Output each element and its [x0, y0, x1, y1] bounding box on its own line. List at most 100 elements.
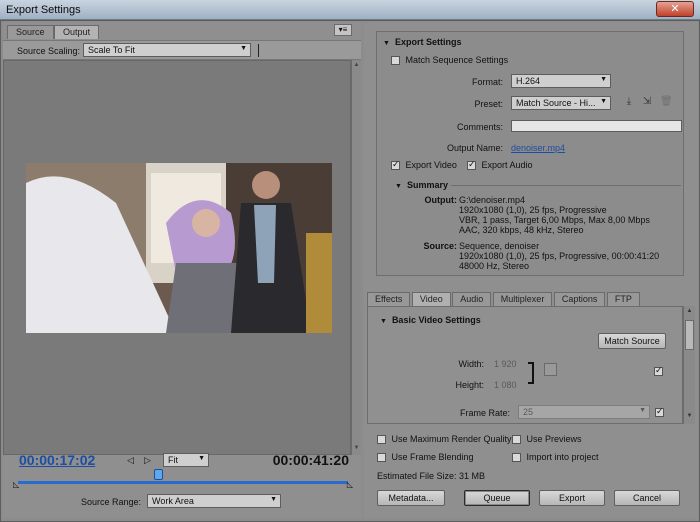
- cancel-button[interactable]: Cancel: [614, 490, 680, 506]
- chevron-down-icon: ▼: [600, 76, 607, 83]
- preview-scrollbar[interactable]: ▲ ▼: [351, 60, 361, 455]
- import-into-project-row[interactable]: Import into project: [512, 452, 599, 463]
- frame-rate-checkbox[interactable]: [655, 406, 664, 417]
- frame-rate-dropdown[interactable]: 25 ▼: [518, 405, 650, 419]
- out-point-handle-icon[interactable]: ◺: [347, 480, 353, 489]
- export-settings-box: ▼ Export Settings Match Sequence Settings…: [376, 31, 684, 276]
- max-render-quality-row[interactable]: Use Maximum Render Quality: [377, 434, 512, 445]
- match-source-button[interactable]: Match Source: [598, 333, 666, 349]
- max-render-quality-label: Use Maximum Render Quality: [391, 434, 512, 444]
- disclosure-triangle-icon[interactable]: ▼: [395, 183, 402, 190]
- height-value[interactable]: 1 080: [494, 380, 517, 390]
- link-bracket-icon: [528, 362, 534, 384]
- source-scaling-value: Scale To Fit: [88, 45, 135, 55]
- tab-captions[interactable]: Captions: [553, 292, 606, 306]
- use-previews-checkbox[interactable]: [512, 435, 521, 445]
- summary-header[interactable]: ▼ Summary: [395, 180, 448, 190]
- estimated-file-size: Estimated File Size: 31 MB: [377, 471, 486, 481]
- export-button[interactable]: Export: [539, 490, 605, 506]
- summary-source-line: Sequence, denoiser: [459, 241, 540, 251]
- playhead-icon[interactable]: [154, 469, 163, 480]
- export-audio-label: Export Audio: [481, 160, 533, 170]
- summary-source-line: 1920x1080 (1,0), 25 fps, Progressive, 00…: [459, 251, 660, 261]
- save-preset-icon[interactable]: ⤓: [623, 96, 635, 108]
- tab-video[interactable]: Video: [411, 292, 451, 306]
- scroll-up-icon[interactable]: ▲: [685, 308, 694, 317]
- import-into-project-checkbox[interactable]: [512, 453, 521, 463]
- queue-button[interactable]: Queue: [464, 490, 530, 506]
- summary-output-line: VBR, 1 pass, Target 6,00 Mbps, Max 8,00 …: [459, 215, 650, 225]
- format-label: Format:: [471, 77, 503, 87]
- max-render-quality-checkbox[interactable]: [377, 435, 386, 445]
- source-scaling-dropdown[interactable]: Scale To Fit ▼: [83, 43, 251, 57]
- preset-dropdown[interactable]: Match Source - Hi... ▼: [511, 96, 611, 110]
- tab-output[interactable]: Output: [54, 25, 100, 39]
- export-video-checkbox[interactable]: [391, 159, 400, 171]
- tab-multiplexer[interactable]: Multiplexer: [492, 292, 553, 306]
- source-range-dropdown[interactable]: Work Area ▼: [147, 494, 281, 508]
- tab-source[interactable]: Source: [7, 25, 54, 39]
- zoom-dropdown[interactable]: Fit ▼: [163, 453, 209, 467]
- window-title: Export Settings: [6, 4, 81, 16]
- match-sequence-checkbox[interactable]: [391, 56, 400, 66]
- match-sequence-label: Match Sequence Settings: [405, 55, 509, 65]
- tab-ftp[interactable]: FTP: [606, 292, 640, 306]
- output-name-link[interactable]: denoiser.mp4: [511, 143, 565, 153]
- chevron-down-icon: ▼: [198, 455, 205, 462]
- settings-panel: ▼ Export Settings Match Sequence Settings…: [364, 22, 698, 518]
- basic-video-title: Basic Video Settings: [391, 315, 481, 325]
- width-height-checkbox[interactable]: [654, 365, 663, 376]
- output-name-label: Output Name:: [446, 143, 503, 153]
- frame-blending-row[interactable]: Use Frame Blending: [377, 452, 474, 463]
- render-options: Use Maximum Render Quality Use Previews …: [367, 426, 697, 518]
- disclosure-triangle-icon[interactable]: ▼: [383, 40, 390, 47]
- video-frame: [26, 163, 332, 333]
- source-output-tabs: Source Output: [7, 25, 100, 39]
- total-duration: 00:00:41:20: [272, 452, 349, 468]
- import-into-project-label: Import into project: [526, 452, 599, 462]
- summary-title: Summary: [406, 180, 448, 190]
- work-area-bar[interactable]: [18, 481, 348, 484]
- width-value[interactable]: 1 920: [494, 359, 517, 369]
- panel-menu-icon[interactable]: ▾≡: [334, 24, 352, 36]
- use-previews-row[interactable]: Use Previews: [512, 434, 582, 445]
- scroll-up-icon[interactable]: ▲: [353, 62, 360, 70]
- comments-input[interactable]: [511, 120, 682, 132]
- tab-effects[interactable]: Effects: [367, 292, 411, 306]
- format-dropdown[interactable]: H.264 ▼: [511, 74, 611, 88]
- scroll-down-icon[interactable]: ▼: [685, 413, 694, 422]
- scroll-thumb[interactable]: [685, 320, 694, 350]
- summary-output-lines: G:\denoiser.mp4 1920x1080 (1,0), 25 fps,…: [459, 195, 650, 235]
- source-range-row: Source Range: Work Area ▼: [3, 492, 361, 512]
- settings-tabs: Effects Video Audio Multiplexer Captions…: [367, 292, 697, 306]
- export-settings-header[interactable]: ▼ Export Settings: [383, 37, 461, 47]
- close-button[interactable]: ✕: [656, 1, 694, 17]
- timeline-scrubber[interactable]: ◺ ◺: [13, 469, 353, 491]
- export-audio-row[interactable]: Export Audio: [467, 159, 533, 171]
- frame-blending-checkbox[interactable]: [377, 453, 386, 463]
- use-previews-label: Use Previews: [526, 434, 582, 444]
- set-out-point-icon[interactable]: ▷: [144, 455, 151, 466]
- match-sequence-row[interactable]: Match Sequence Settings: [391, 55, 509, 66]
- summary-divider: [451, 185, 681, 186]
- source-output-panel: Source Output ▾≡ Source Scaling: Scale T…: [3, 22, 361, 518]
- settings-scrollbar[interactable]: ▲ ▼: [683, 306, 695, 424]
- disclosure-triangle-icon[interactable]: ▼: [380, 318, 387, 325]
- basic-video-header[interactable]: ▼ Basic Video Settings: [380, 315, 481, 325]
- export-video-row[interactable]: Export Video: [391, 159, 457, 171]
- set-in-point-icon[interactable]: ◁: [127, 455, 134, 466]
- chevron-down-icon: ▼: [600, 98, 607, 105]
- output-preview: [3, 60, 351, 455]
- constrain-proportions-icon[interactable]: [544, 363, 557, 376]
- delete-preset-icon[interactable]: 🗑: [660, 96, 673, 108]
- text-cursor: [258, 44, 259, 57]
- source-scaling-label: Source Scaling:: [17, 46, 81, 56]
- tab-audio[interactable]: Audio: [452, 292, 492, 306]
- current-timecode[interactable]: 00:00:17:02: [19, 452, 95, 468]
- title-bar: Export Settings ✕: [0, 0, 700, 20]
- source-scaling-row: Source Scaling: Scale To Fit ▼: [3, 40, 361, 60]
- metadata-button[interactable]: Metadata...: [377, 490, 445, 506]
- import-preset-icon[interactable]: ⇲: [641, 96, 653, 108]
- export-audio-checkbox[interactable]: [467, 159, 476, 171]
- video-frame-image: [26, 163, 332, 333]
